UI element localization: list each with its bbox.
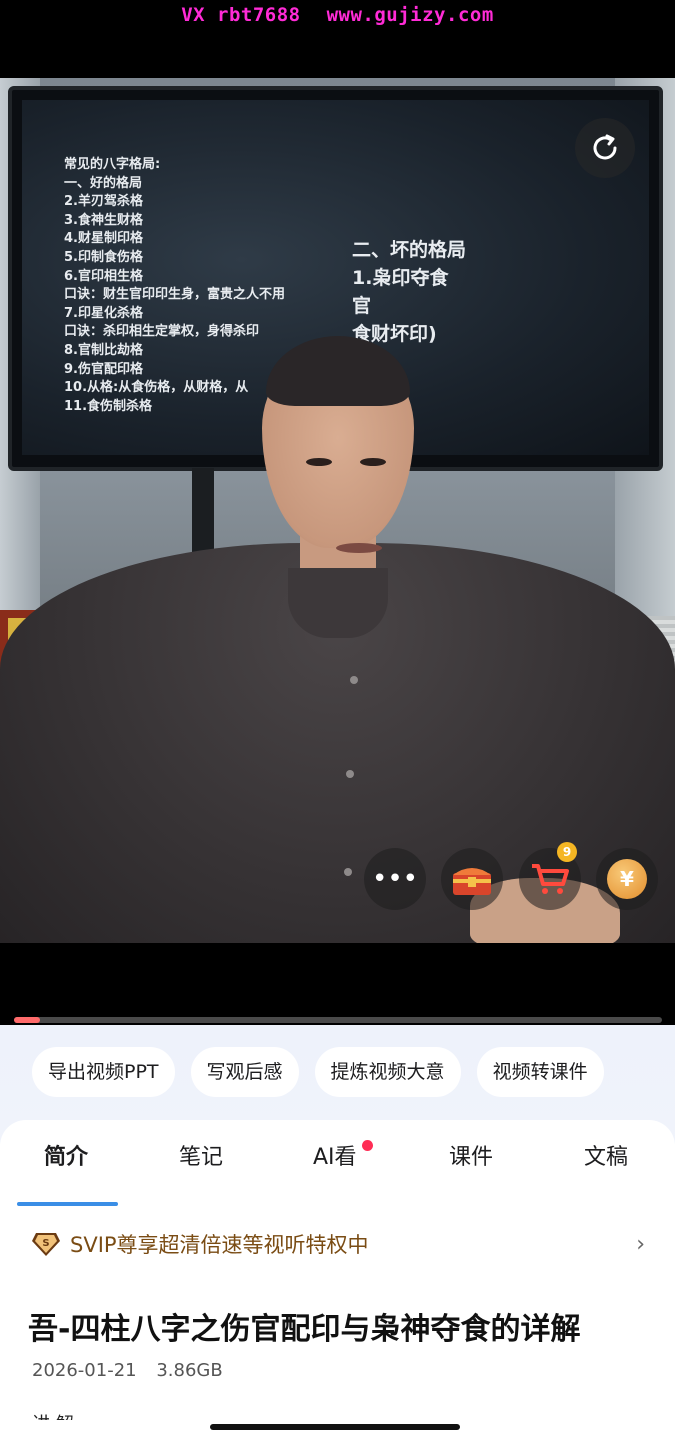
shopping-cart-button[interactable]: 9 — [519, 842, 581, 910]
ai-tab-notification-dot — [362, 1140, 373, 1151]
ai-action-chips: 导出视频PPT 写观后感 提炼视频大意 视频转课件 — [32, 1047, 604, 1097]
svip-text: SVIP尊享超清倍速等视听特权中 — [70, 1233, 369, 1257]
treasure-chest-icon — [453, 868, 491, 895]
tab-bar: 简介 笔记 AI看 课件 文稿 — [0, 1138, 675, 1206]
shirt-button — [344, 868, 352, 876]
video-player-screen: VX rbt7688 www.gujizy.com 常见的八字格局: 一、好的格局… — [0, 0, 675, 1440]
write-review-chip[interactable]: 写观后感 — [190, 1047, 299, 1097]
presenter-hair — [266, 336, 410, 406]
replay-icon — [593, 134, 617, 160]
summarize-chip[interactable]: 提炼视频大意 — [314, 1047, 461, 1097]
presenter-mouth — [336, 543, 382, 553]
more-icon: ••• — [371, 864, 418, 894]
home-indicator[interactable] — [210, 1424, 460, 1430]
tab-ai-watch[interactable]: AI看 — [313, 1138, 357, 1178]
watermark-id: VX rbt7688 — [181, 4, 301, 26]
treasure-chest-button[interactable] — [441, 848, 503, 910]
shopping-cart-icon — [532, 864, 569, 894]
svg-text:S: S — [42, 1238, 49, 1249]
video-progress-bar[interactable] — [14, 1017, 662, 1023]
svip-banner[interactable]: S SVIP尊享超清倍速等视听特权中 › — [32, 1229, 645, 1259]
presenter-eye-left — [306, 458, 332, 466]
video-meta: 2026-01-21 3.86GB — [32, 1360, 223, 1381]
shirt-button — [350, 676, 358, 684]
coin-icon: ¥ — [607, 859, 647, 899]
presenter — [0, 78, 675, 943]
svip-diamond-icon: S — [32, 1233, 60, 1256]
upload-date: 2026-01-21 — [32, 1360, 137, 1381]
active-tab-underline — [17, 1202, 118, 1206]
tab-courseware[interactable]: 课件 — [449, 1138, 493, 1178]
tab-notes[interactable]: 笔记 — [179, 1138, 223, 1178]
tab-intro[interactable]: 简介 — [44, 1138, 88, 1178]
file-size: 3.86GB — [156, 1360, 223, 1381]
detail-sheet: 简介 笔记 AI看 课件 文稿 S SVIP尊享超清倍速等视听特权中 › 吾-四… — [0, 1120, 675, 1440]
tab-transcript[interactable]: 文稿 — [584, 1138, 628, 1178]
watermark: VX rbt7688 www.gujizy.com — [0, 0, 675, 30]
cart-badge: 9 — [557, 842, 577, 862]
progress-fill — [14, 1017, 40, 1023]
to-courseware-chip[interactable]: 视频转课件 — [476, 1047, 604, 1097]
video-frame[interactable]: 常见的八字格局: 一、好的格局 2.羊刃驾杀格 3.食神生财格 4.财星制印格 5.印制食… — [0, 78, 675, 943]
export-ppt-chip[interactable]: 导出视频PPT — [32, 1047, 175, 1097]
presenter-eye-right — [360, 458, 386, 466]
shirt-button — [346, 770, 354, 778]
presenter-collar — [288, 568, 388, 638]
more-button[interactable]: ••• — [364, 848, 426, 910]
video-title: 吾-四柱八字之伤官配印与枭神夺食的详解 — [28, 1312, 581, 1347]
watermark-site: www.gujizy.com — [326, 4, 494, 26]
replay-button[interactable] — [575, 118, 635, 178]
info-panel: 导出视频PPT 写观后感 提炼视频大意 视频转课件 简介 笔记 AI看 课件 文… — [0, 1025, 675, 1440]
coin-button[interactable]: ¥ — [596, 848, 658, 910]
truncated-description: 讲 解 — [32, 1410, 74, 1420]
chevron-right-icon: › — [636, 1231, 645, 1257]
